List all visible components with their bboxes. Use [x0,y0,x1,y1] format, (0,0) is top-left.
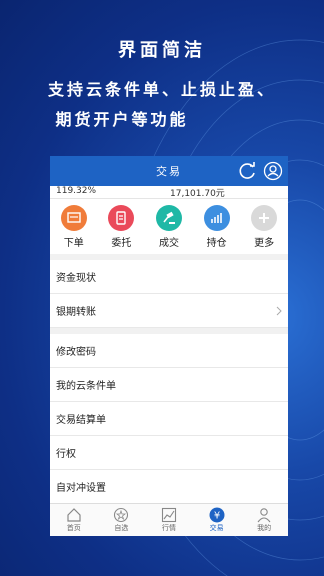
star-icon [114,507,129,523]
menu-item-label: 资金现状 [56,273,96,284]
gavel-icon [155,205,182,231]
menu-item-label: 银期转账 [56,307,96,318]
plus-icon [251,205,278,231]
menu-item-label: 我的云条件单 [56,381,116,392]
quick-action-label: 下单 [63,238,84,249]
market-chart-icon [161,507,177,523]
refresh-icon[interactable] [238,161,258,181]
tab-label: 交易 [209,524,224,532]
menu-item-funds[interactable]: 资金现状 [50,260,288,294]
quick-action-label: 持仓 [206,238,227,249]
menu-item-settlement[interactable]: 交易结算单 [50,402,288,436]
bottom-tab-bar: 首页 自选 行情 ¥ 交易 我的 [50,503,288,536]
app-screen: 交易 119.32% 17,101.70元 下单 委托 成交 持仓 更多 资金现… [50,156,288,536]
chevron-right-icon [276,306,282,316]
menu-item-bank-transfer[interactable]: 银期转账 [50,294,288,328]
summary-amount: 17,101.70元 [170,189,225,199]
svg-text:¥: ¥ [213,511,219,522]
home-icon [67,508,81,522]
menu-item-exercise[interactable]: 行权 [50,436,288,470]
summary-percent: 119.32% [56,186,97,196]
account-summary: 119.32% 17,101.70元 [50,186,288,199]
tab-label: 自选 [114,524,129,532]
tab-market[interactable]: 行情 [145,504,193,536]
promo-line-2: 期货开户等功能 [55,110,189,129]
menu-item-cloud-orders[interactable]: 我的云条件单 [50,368,288,402]
quick-action-order[interactable]: 下单 [52,205,96,254]
header: 交易 [50,156,288,186]
account-icon[interactable] [263,161,283,181]
menu-item-label: 行权 [56,449,76,460]
quick-action-deal[interactable]: 成交 [147,205,191,254]
promo-line-1: 支持云条件单、止损止盈、 [47,80,276,99]
order-icon [60,205,87,231]
quick-action-label: 更多 [254,238,275,249]
quick-actions: 下单 委托 成交 持仓 更多 [50,198,288,260]
promo-title: 界面简洁 [118,40,206,61]
menu-item-self-hedge[interactable]: 自对冲设置 [50,470,288,504]
tab-trade[interactable]: ¥ 交易 [193,504,241,536]
quick-action-more[interactable]: 更多 [242,205,286,254]
quick-action-entrust[interactable]: 委托 [99,205,143,254]
menu-item-change-password[interactable]: 修改密码 [50,334,288,368]
entrust-icon [108,205,135,231]
tab-label: 首页 [66,524,81,532]
menu-item-label: 自对冲设置 [56,483,106,494]
quick-action-label: 委托 [111,238,132,249]
tab-mine[interactable]: 我的 [240,504,288,536]
tab-label: 行情 [161,524,176,532]
person-icon [257,508,271,523]
menu-item-label: 修改密码 [56,347,96,358]
tab-watchlist[interactable]: 自选 [98,504,146,536]
yen-icon: ¥ [209,507,225,523]
tab-label: 我的 [257,524,272,532]
tab-home[interactable]: 首页 [50,504,98,536]
chart-icon [203,205,230,231]
quick-action-position[interactable]: 持仓 [195,205,239,254]
quick-action-label: 成交 [158,238,179,249]
menu-item-label: 交易结算单 [56,415,106,426]
